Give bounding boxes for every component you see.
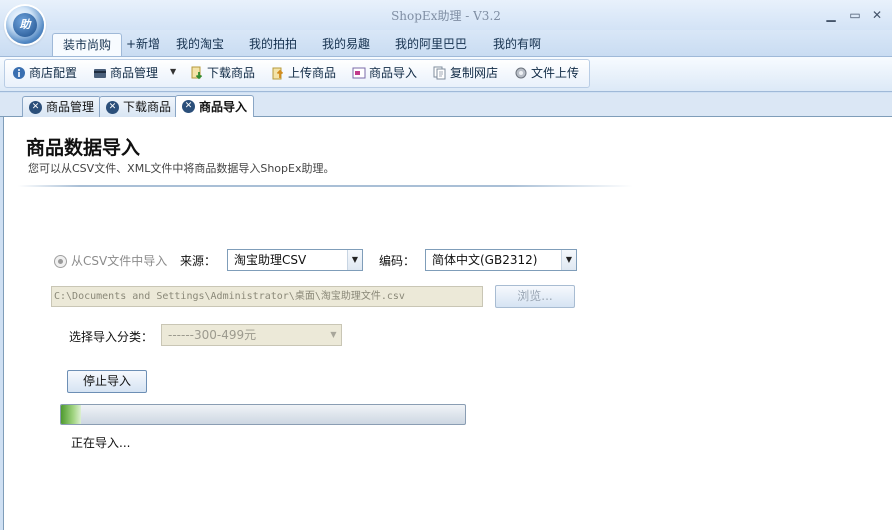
chevron-down-icon[interactable]: ▼ [326,325,341,345]
import-icon [352,66,366,80]
menu-tab-eachnet[interactable]: 我的易趣 [312,33,380,56]
content-panel [3,117,892,530]
upload-products-label: 上传商品 [288,66,337,80]
page-title: 商品数据导入 [26,137,141,159]
download-products-button[interactable]: 下载商品 [190,63,255,83]
category-select[interactable]: ------300-499元 ▼ [161,324,342,346]
close-icon[interactable]: ✕ [29,100,42,114]
source-select[interactable]: 淘宝助理CSV ▼ [227,249,363,271]
chevron-down-icon[interactable]: ▼ [561,250,576,270]
gear-icon [514,66,528,80]
category-label: 选择导入分类： [69,330,154,344]
close-icon[interactable]: ✕ [106,100,119,114]
category-select-value: ------300-499元 [168,328,257,342]
app-logo[interactable]: 助 [6,6,44,44]
import-progress-bar [60,404,466,425]
info-icon [12,66,26,80]
doc-tab-product-manage[interactable]: ✕ 商品管理 [22,96,102,117]
upload-products-button[interactable]: 上传商品 [271,63,336,83]
csv-import-radio[interactable] [54,255,67,268]
doc-tab-label: 商品管理 [46,100,95,114]
upload-icon [271,66,285,80]
stop-import-button[interactable]: 停止导入 [67,370,147,393]
encoding-label: 编码： [379,254,416,268]
close-window-button[interactable]: ✕ [869,8,885,22]
close-icon[interactable]: ✕ [182,100,195,113]
product-manage-button[interactable]: 商品管理 [93,63,158,83]
import-products-label: 商品导入 [369,66,418,80]
import-products-button[interactable]: 商品导入 [352,63,417,83]
minimize-button[interactable]: ▁ [823,8,839,22]
doc-tab-label: 商品导入 [199,99,248,114]
app-logo-glyph: 助 [13,13,37,37]
menu-tab-paipai[interactable]: 我的拍拍 [239,33,307,56]
chevron-down-icon[interactable]: ▼ [347,250,362,270]
source-label: 来源： [180,254,217,268]
source-select-value: 淘宝助理CSV [234,253,307,267]
product-manage-dropdown-icon[interactable]: ▼ [170,67,176,76]
copy-icon [433,66,447,80]
window-title: ShopEx助理 - V3.2 [391,9,501,23]
copy-store-label: 复制网店 [450,66,499,80]
encoding-select[interactable]: 简体中文(GB2312) ▼ [425,249,577,271]
encoding-select-value: 简体中文(GB2312) [432,253,538,267]
progress-fill [61,405,81,424]
menu-tab-youa[interactable]: 我的有啊 [483,33,551,56]
maximize-button[interactable]: ▭ [847,8,863,22]
shop-config-label: 商店配置 [29,66,78,80]
product-manage-label: 商品管理 [110,66,159,80]
menu-tab-add[interactable]: +新增 [116,33,170,56]
file-upload-button[interactable]: 文件上传 [514,63,579,83]
page-subtitle: 您可以从CSV文件、XML文件中将商品数据导入ShopEx助理。 [28,162,335,175]
doc-tab-label: 下载商品 [123,100,172,114]
title-divider [18,185,633,187]
file-upload-label: 文件上传 [531,66,580,80]
menu-tab-shop[interactable]: 装市尚购 [52,33,123,56]
file-path-input[interactable]: C:\Documents and Settings\Administrator\… [51,286,483,307]
csv-import-radio-label: 从CSV文件中导入 [71,254,168,268]
download-icon [190,66,204,80]
menu-tab-taobao[interactable]: 我的淘宝 [166,33,234,56]
menu-tab-alibaba[interactable]: 我的阿里巴巴 [385,33,477,56]
import-status-text: 正在导入... [71,436,131,450]
copy-store-button[interactable]: 复制网店 [433,63,498,83]
radio-dot [58,259,63,264]
doc-tab-download-products[interactable]: ✕ 下载商品 [99,96,179,117]
download-products-label: 下载商品 [207,66,256,80]
doc-tab-import-products[interactable]: ✕ 商品导入 [175,95,255,117]
browse-button[interactable]: 浏览... [495,285,575,308]
card-icon [93,66,107,80]
shop-config-button[interactable]: 商店配置 [12,63,77,83]
